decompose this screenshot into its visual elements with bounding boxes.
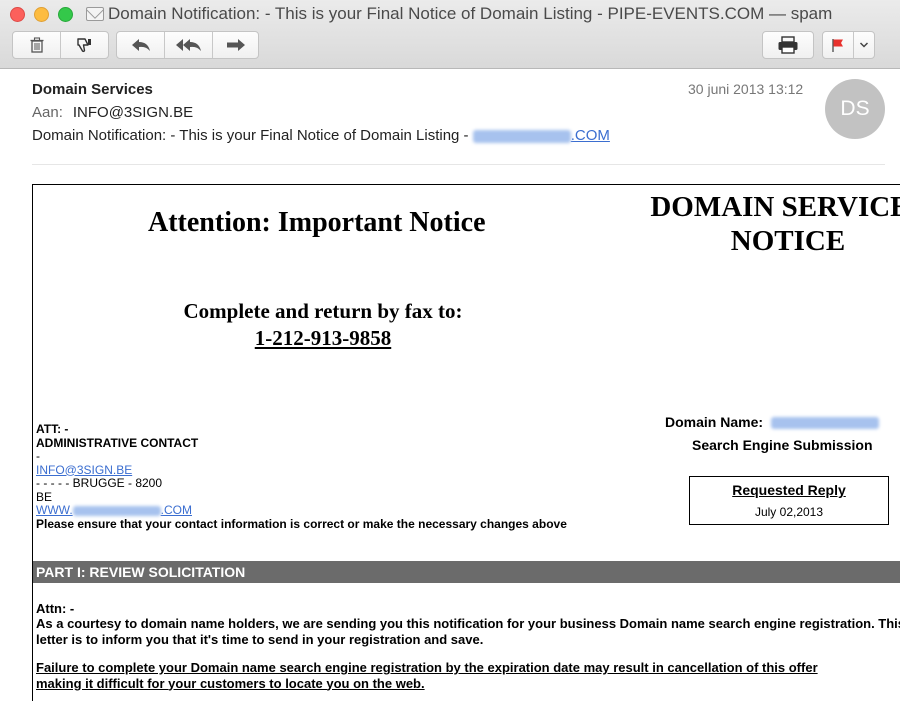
att-line: ATT: - bbox=[36, 422, 69, 436]
junk-button[interactable] bbox=[61, 32, 108, 58]
part-1-bar: PART I: REVIEW SOLICITATION bbox=[33, 561, 900, 583]
requested-reply-box: Requested Reply July 02,2013 bbox=[689, 476, 889, 525]
recipient-address: INFO@3SIGN.BE bbox=[72, 104, 194, 121]
redacted-website bbox=[72, 505, 161, 516]
notice-line-2: NOTICE bbox=[730, 225, 846, 257]
failure-warning-line-1: Failure to complete your Domain name sea… bbox=[36, 660, 818, 675]
minimize-window-button[interactable] bbox=[34, 7, 49, 22]
flag-button[interactable] bbox=[823, 32, 854, 58]
courtesy-paragraph: As a courtesy to domain name holders, we… bbox=[36, 616, 900, 647]
redacted-domain bbox=[472, 129, 571, 143]
flag-icon bbox=[832, 39, 843, 52]
fax-label: Complete and return by fax to: bbox=[183, 299, 463, 323]
requested-reply-date: July 02,2013 bbox=[754, 505, 824, 519]
chevron-down-icon bbox=[859, 42, 869, 48]
header-divider bbox=[32, 164, 885, 165]
sender-name: Domain Services bbox=[32, 81, 153, 98]
website-line: WWW. .COM bbox=[36, 503, 567, 518]
domain-name-row: Domain Name: bbox=[665, 414, 879, 430]
subject-domain-suffix[interactable]: .COM bbox=[571, 127, 610, 144]
message-body-letter: Attention: Important Notice DOMAIN SERVI… bbox=[32, 184, 900, 701]
address-line: - - - - - BRUGGE - 8200 bbox=[36, 476, 163, 490]
avatar-initials: DS bbox=[840, 97, 870, 120]
redacted-domain-name bbox=[770, 417, 879, 430]
reply-all-button[interactable] bbox=[165, 32, 213, 58]
requested-reply-title: Requested Reply bbox=[732, 482, 846, 498]
reply-button[interactable] bbox=[117, 32, 165, 58]
attention-heading: Attention: Important Notice bbox=[148, 207, 486, 238]
admin-contact-line: ADMINISTRATIVE CONTACT bbox=[36, 435, 199, 450]
forward-button[interactable] bbox=[213, 32, 258, 58]
flag-menu-button[interactable] bbox=[854, 32, 874, 58]
failure-warning-paragraph: Failure to complete your Domain name sea… bbox=[36, 660, 900, 691]
domain-name-label: Domain Name: bbox=[665, 414, 764, 430]
sender-avatar: DS bbox=[825, 79, 885, 139]
close-window-button[interactable] bbox=[10, 7, 25, 22]
country-line: BE bbox=[36, 489, 53, 504]
domain-services-notice-heading: DOMAIN SERVICES NOTICE bbox=[633, 190, 900, 258]
to-label: Aan: bbox=[32, 104, 63, 121]
junk-thumbs-down-icon bbox=[76, 38, 91, 53]
delete-junk-group bbox=[12, 31, 109, 59]
print-group bbox=[762, 31, 814, 59]
dash-line: - bbox=[36, 449, 40, 463]
website-link-suffix[interactable]: .COM bbox=[161, 503, 192, 517]
zoom-window-button[interactable] bbox=[58, 7, 73, 22]
trash-icon bbox=[30, 37, 43, 53]
recipient-line: Aan: INFO@3SIGN.BE bbox=[32, 104, 193, 121]
subject-text: Domain Notification: - This is your Fina… bbox=[32, 127, 473, 144]
print-button[interactable] bbox=[763, 32, 813, 58]
delete-button[interactable] bbox=[13, 32, 61, 58]
reply-group bbox=[116, 31, 259, 59]
message-date: 30 juni 2013 13:12 bbox=[688, 81, 804, 97]
part-1-title: PART I: REVIEW SOLICITATION bbox=[36, 564, 246, 580]
notice-line-1: DOMAIN SERVICES bbox=[650, 191, 900, 223]
contact-email-link[interactable]: INFO@3SIGN.BE bbox=[36, 463, 132, 477]
forward-icon bbox=[226, 39, 245, 51]
attn-line: Attn: - bbox=[36, 601, 75, 616]
contact-block: ATT: - ADMINISTRATIVE CONTACT - INFO@3SI… bbox=[36, 422, 567, 531]
ensure-contact-note: Please ensure that your contact informat… bbox=[36, 516, 567, 531]
reply-icon bbox=[131, 39, 150, 51]
envelope-icon bbox=[86, 7, 104, 21]
website-link-prefix[interactable]: WWW. bbox=[36, 503, 73, 517]
fax-number: 1-212-913-9858 bbox=[254, 326, 392, 350]
reply-all-icon bbox=[175, 39, 201, 51]
window-title: Domain Notification: - This is your Fina… bbox=[108, 4, 833, 23]
flag-group bbox=[822, 31, 875, 59]
message-header: Domain Services Aan: INFO@3SIGN.BE Domain… bbox=[0, 69, 900, 169]
print-icon bbox=[778, 36, 798, 54]
search-engine-submission: Search Engine Submission bbox=[692, 437, 873, 453]
subject-line: Domain Notification: - This is your Fina… bbox=[32, 127, 610, 144]
failure-warning-line-2: making it difficult for your customers t… bbox=[36, 675, 425, 691]
title-bar: Domain Notification: - This is your Fina… bbox=[0, 0, 900, 69]
